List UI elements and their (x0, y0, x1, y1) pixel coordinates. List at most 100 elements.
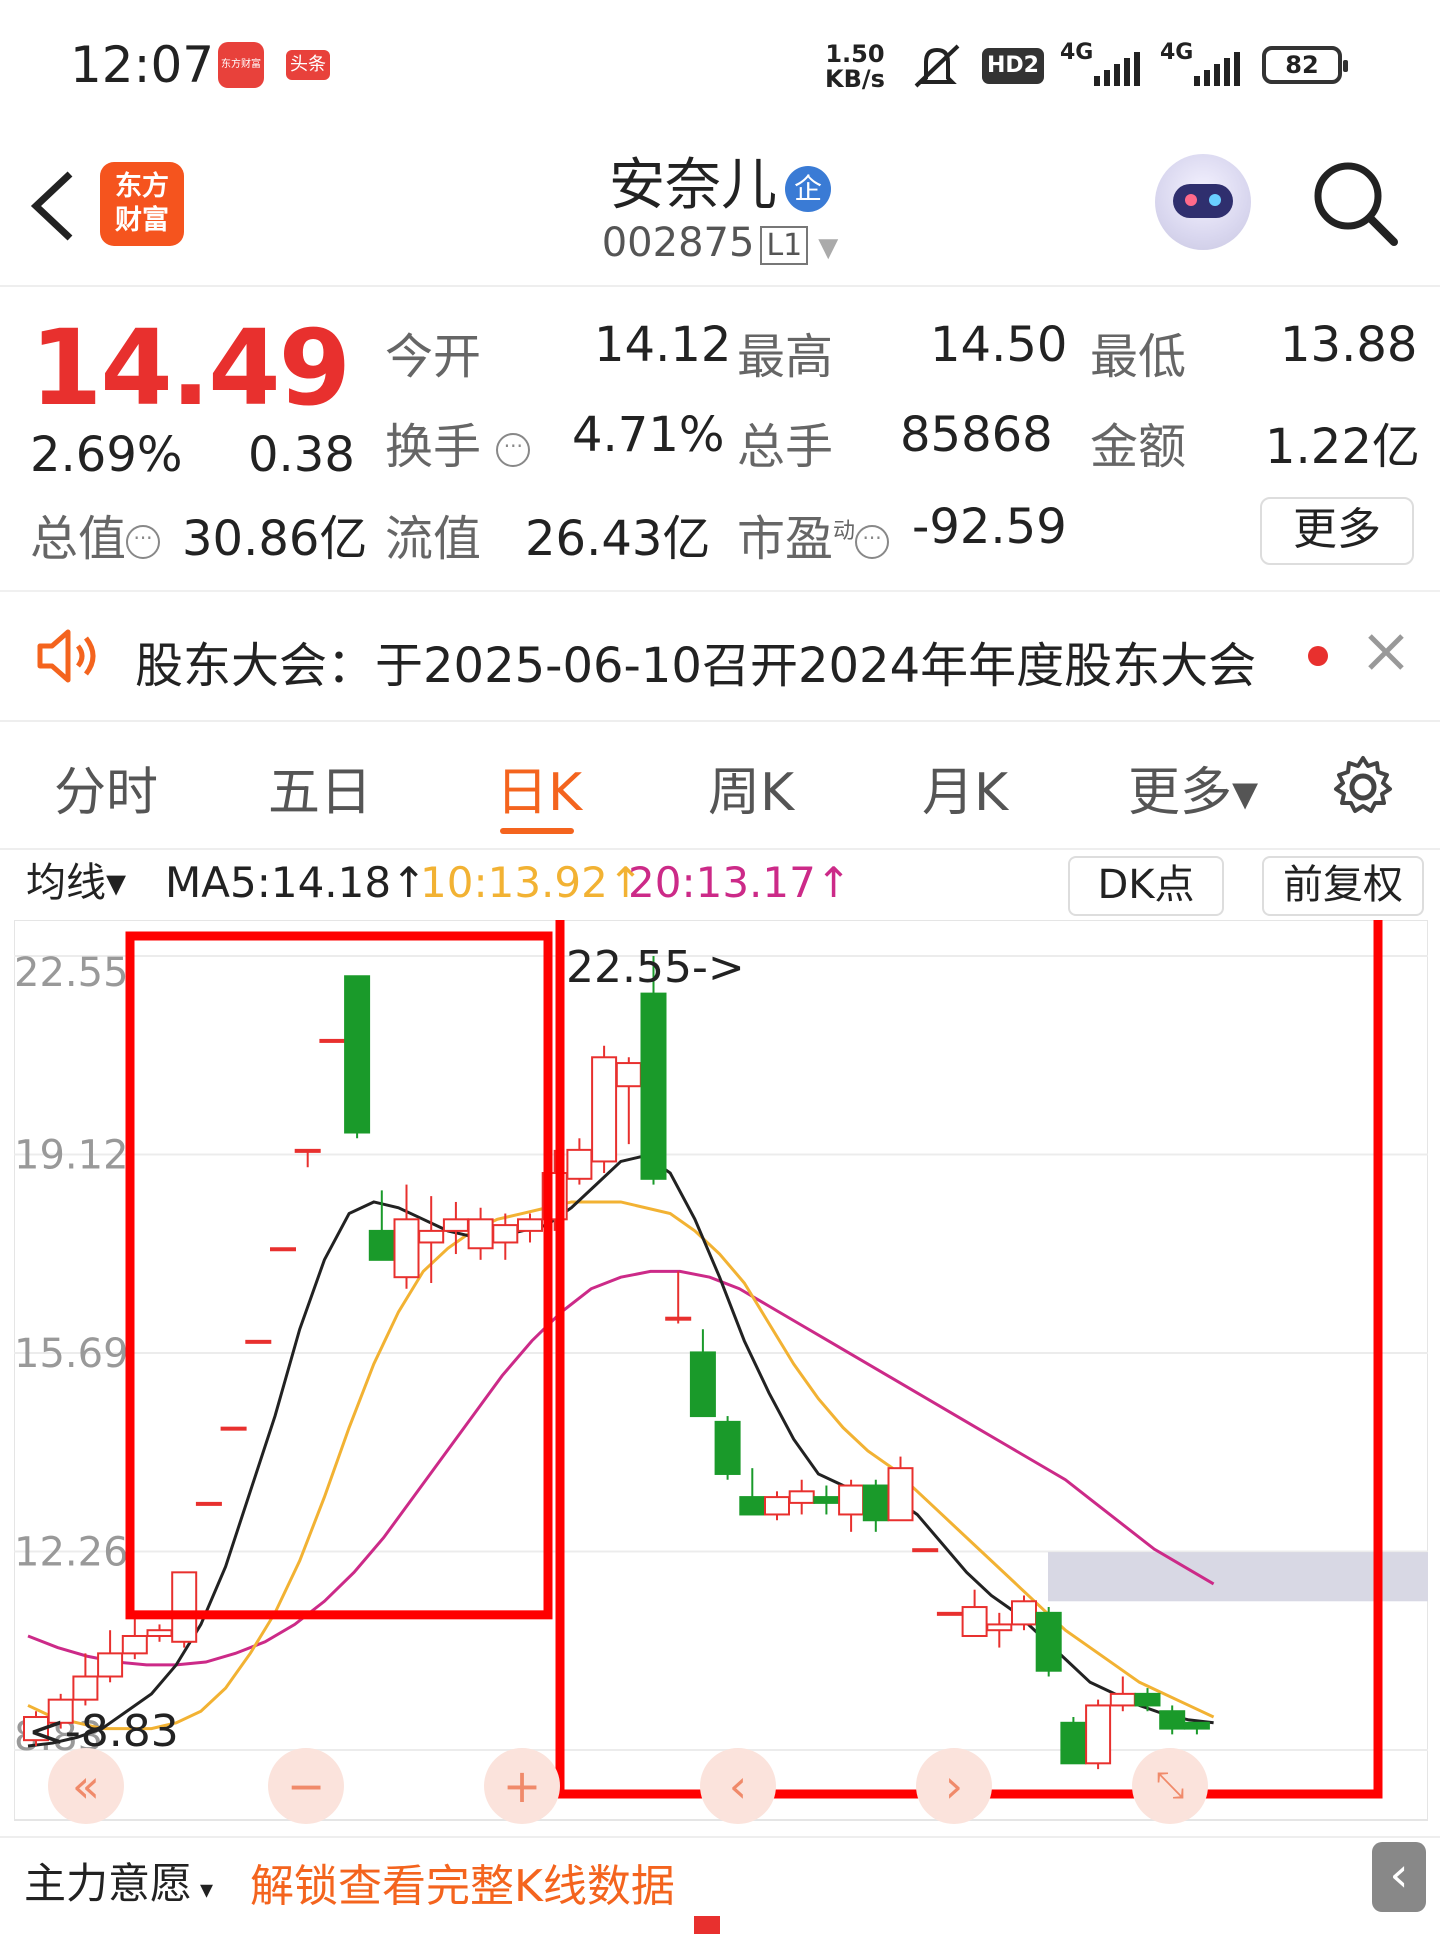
zoom-in-button[interactable]: + (484, 1748, 560, 1824)
search-button[interactable] (1310, 158, 1400, 252)
max-price-annotation: 22.55-> (566, 942, 745, 993)
pe-label[interactable]: 市盈动 ··· (737, 499, 890, 569)
news-app-icon: 头条 (286, 50, 330, 80)
close-icon (1368, 634, 1404, 670)
candle-body (517, 1218, 543, 1232)
turnover-value: 4.71% (572, 407, 725, 463)
candle-body (1060, 1721, 1087, 1765)
signal-label-2: 4G (1160, 40, 1194, 65)
candle-body (171, 1571, 198, 1643)
candle-body (689, 1351, 716, 1418)
chart-settings-button[interactable] (1330, 754, 1396, 824)
candle-body (764, 1496, 790, 1516)
tab-monthly-k[interactable]: 月K (922, 750, 1008, 825)
dropdown-caret-icon: ▾ (200, 1875, 214, 1905)
candle-body (220, 1426, 247, 1431)
candle-body (270, 1247, 296, 1252)
stock-name: 安奈儿 (609, 153, 777, 218)
amount-label: 金额 (1090, 419, 1187, 475)
amount-value: 1.22亿 (1265, 419, 1420, 475)
divider (0, 1836, 1440, 1838)
y-tick-label: 12.26 (14, 1530, 129, 1576)
status-bar: 12:07 东方财富 头条 1.50 KB/s HD2 4G 4G 82 (0, 0, 1440, 130)
divider (0, 848, 1440, 850)
total-value-label[interactable]: 总值 ··· (30, 499, 161, 569)
speaker-icon (36, 628, 102, 688)
market-level-badge: L1 (760, 225, 809, 265)
net-speed: 1.50 KB/s (825, 42, 885, 92)
candle-body (1011, 1600, 1037, 1626)
candle-body (245, 1339, 272, 1344)
pressure-zone (1048, 1552, 1428, 1602)
unlock-kline-link[interactable]: 解锁查看完整K线数据 (250, 1850, 675, 1914)
candle-body (1183, 1721, 1210, 1730)
turnover-label[interactable]: 换手 ··· (385, 407, 531, 477)
ma-selector[interactable]: 均线▾ (14, 856, 156, 912)
candle-body (344, 975, 371, 1134)
more-quote-button[interactable]: 更多 (1260, 497, 1414, 565)
enterprise-badge: 企 (785, 165, 831, 212)
candle-body (862, 1484, 889, 1522)
candle-body (442, 1218, 469, 1232)
side-panel-toggle[interactable]: ‹ (1372, 1842, 1426, 1912)
total-value-label-text: 总值 (30, 511, 127, 567)
battery-icon: 82 (1262, 46, 1348, 84)
candle-body (319, 1038, 346, 1043)
candle-body (788, 1490, 815, 1504)
high-value: 14.50 (930, 317, 1068, 373)
y-tick-label: 19.12 (14, 1133, 129, 1179)
active-tab-indicator (500, 828, 574, 834)
min-price-annotation: <-8.83 (28, 1706, 179, 1757)
change-amount: 0.38 (248, 427, 355, 483)
kline-chart[interactable]: 22.5519.1215.6912.268.8322.55-><-8.83 (14, 920, 1428, 1832)
tab-five-day[interactable]: 五日 (268, 750, 372, 825)
tab-more[interactable]: 更多▾ (1128, 750, 1258, 825)
notice-text[interactable]: 股东大会：于2025-06-10召开2024年年度股东大会 (135, 626, 1256, 696)
dk-point-button[interactable]: DK点 (1068, 856, 1224, 916)
candle-body (1085, 1704, 1112, 1765)
candle-body (887, 1467, 914, 1522)
zoom-prev-left-icon[interactable]: « (48, 1748, 124, 1824)
candle-body (195, 1501, 222, 1506)
candle-body (838, 1484, 865, 1516)
indicator-selector[interactable]: 主力意愿 ▾ (24, 1850, 213, 1911)
stock-header: 东方 财富 安奈儿企 002875 L1 ▼ (0, 130, 1440, 287)
period-tabs: 分时 五日 日K 周K 月K 更多▾ (0, 722, 1440, 847)
high-label: 最高 (737, 329, 834, 385)
notice-close-button[interactable] (1364, 630, 1408, 682)
candle-body (1109, 1692, 1136, 1707)
candle-body (566, 1148, 593, 1180)
float-value-label: 流值 (385, 511, 482, 567)
candle-body (1159, 1710, 1186, 1730)
scroll-left-button[interactable]: ‹ (700, 1748, 776, 1824)
current-price: 14.49 (30, 307, 351, 429)
tab-weekly-k[interactable]: 周K (708, 750, 794, 825)
unread-dot (1308, 646, 1328, 666)
candle-body (640, 992, 667, 1180)
candle-body (665, 1316, 692, 1321)
change-percent: 2.69% (30, 427, 183, 483)
app-notification-icon: 东方财富 (218, 42, 264, 88)
gear-icon (1334, 756, 1392, 813)
candle-body (294, 1148, 321, 1153)
candle-body (1035, 1611, 1062, 1672)
zoom-out-button[interactable]: − (268, 1748, 344, 1824)
candle-body (121, 1634, 148, 1655)
mute-icon (908, 42, 966, 96)
price-adjust-button[interactable]: 前复权 (1262, 856, 1424, 916)
candle-body (615, 1062, 642, 1088)
candle-body (418, 1229, 445, 1244)
net-speed-value: 1.50 (825, 40, 885, 68)
tab-intraday[interactable]: 分时 (54, 750, 158, 825)
candle-body (714, 1420, 741, 1475)
candle-body (936, 1611, 963, 1616)
tab-daily-k[interactable]: 日K (496, 750, 582, 825)
candle-body (739, 1496, 766, 1516)
scroll-right-button[interactable]: › (916, 1748, 992, 1824)
notice-bar[interactable]: 股东大会：于2025-06-10召开2024年年度股东大会 (0, 592, 1440, 722)
pe-dynamic-sup: 动 (833, 519, 856, 544)
fullscreen-button[interactable]: ⤡ (1132, 1748, 1208, 1824)
total-value: 30.86亿 (182, 511, 368, 567)
robot-avatar-icon[interactable] (1155, 154, 1251, 250)
turnover-label-text: 换手 (385, 419, 482, 475)
